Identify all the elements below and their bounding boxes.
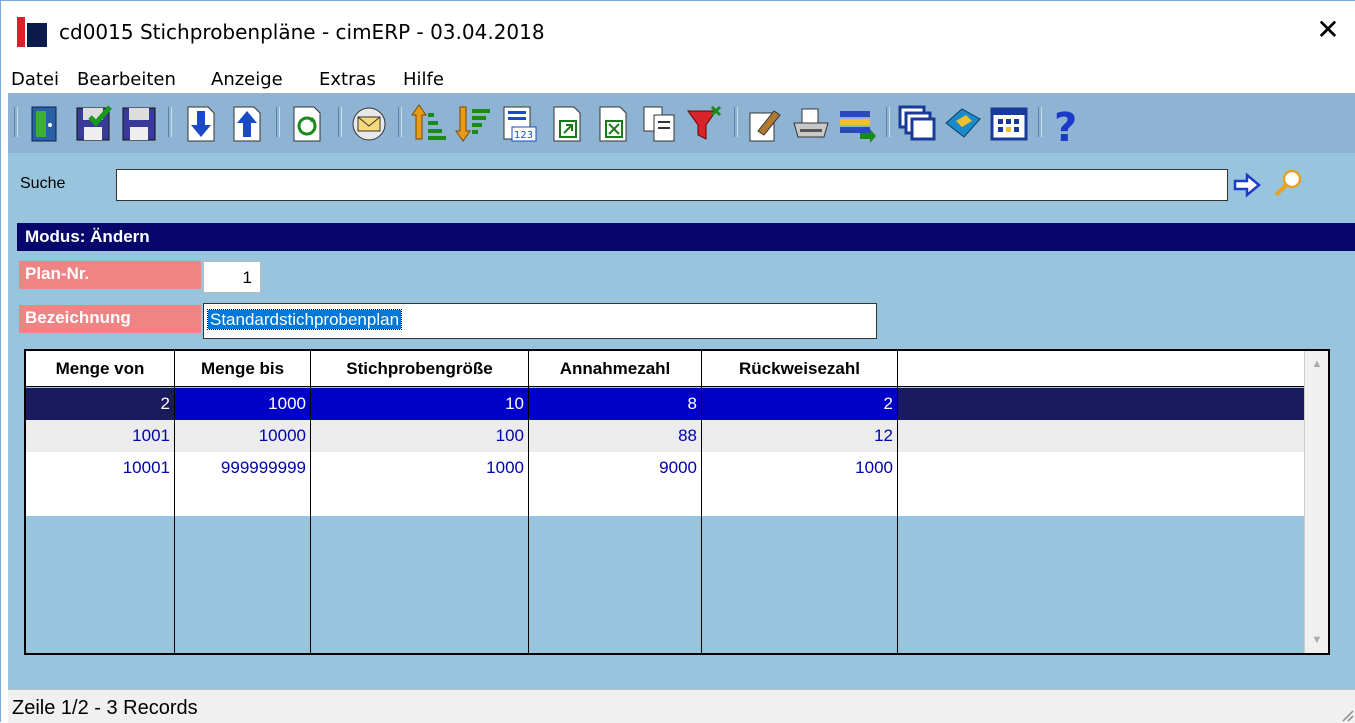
export-icon[interactable] <box>546 103 588 145</box>
search-input[interactable] <box>116 169 1228 201</box>
table-cell[interactable]: 88 <box>529 420 702 452</box>
status-bar: Zeile 1/2 - 3 Records <box>8 689 1355 723</box>
excel-export-icon[interactable] <box>592 103 634 145</box>
edit-icon[interactable] <box>744 103 786 145</box>
copy-icon[interactable] <box>638 103 680 145</box>
close-button[interactable]: ✕ <box>1313 15 1343 45</box>
arrow-right-icon[interactable] <box>1233 171 1261 199</box>
app-logo-icon <box>17 17 47 47</box>
table-cell[interactable]: 1000 <box>702 452 898 516</box>
menu-datei[interactable]: Datei <box>11 69 59 90</box>
list-transfer-icon[interactable] <box>836 103 878 145</box>
grid-icon[interactable] <box>988 103 1030 145</box>
table-cell[interactable]: 10001 <box>26 452 175 516</box>
mail-icon[interactable] <box>348 103 390 145</box>
save-check-icon[interactable] <box>72 103 114 145</box>
vertical-scrollbar[interactable]: ▲ ▼ <box>1304 351 1328 653</box>
sort-ascending-icon[interactable] <box>408 103 450 145</box>
print-icon[interactable] <box>790 103 832 145</box>
table-cell[interactable]: 12 <box>702 420 898 452</box>
content-area: Suche Modus: Ändern Plan-Nr. 1 Bezeichnu… <box>8 153 1355 689</box>
table-cell[interactable]: 10000 <box>175 420 311 452</box>
book-icon[interactable] <box>942 103 984 145</box>
table-cell[interactable]: 2 <box>702 388 898 420</box>
column-header-stichprobengroesse[interactable]: Stichprobengröße <box>311 351 529 387</box>
table-row[interactable]: 2 1000 10 8 2 <box>26 388 1306 420</box>
move-up-icon[interactable] <box>226 103 268 145</box>
table-cell[interactable]: 9000 <box>529 452 702 516</box>
save-icon[interactable] <box>118 103 160 145</box>
svg-text:?: ? <box>1054 105 1077 145</box>
search-label: Suche <box>20 175 66 192</box>
window-title: cd0015 Stichprobenpläne - cimERP - 03.04… <box>59 20 545 44</box>
column-header-menge-bis[interactable]: Menge bis <box>175 351 311 387</box>
data-grid[interactable]: Menge von Menge bis Stichprobengröße Ann… <box>24 349 1330 655</box>
windows-icon[interactable] <box>896 103 938 145</box>
menu-bar: Datei Bearbeiten Anzeige Extras Hilfe <box>1 65 1355 93</box>
status-text: Zeile 1/2 - 3 Records <box>12 697 198 719</box>
menu-extras[interactable]: Extras <box>319 69 376 90</box>
table-cell[interactable]: 1000 <box>175 388 311 420</box>
column-header-annahmezahl[interactable]: Annahmezahl <box>529 351 702 387</box>
menu-bearbeiten[interactable]: Bearbeiten <box>77 69 176 90</box>
column-header-menge-von[interactable]: Menge von <box>26 351 175 387</box>
table-cell[interactable]: 2 <box>26 388 175 420</box>
toolbar: 123 ? <box>8 93 1355 153</box>
calculator-icon[interactable]: 123 <box>498 103 540 145</box>
table-row[interactable]: 10001 999999999 1000 9000 1000 <box>26 452 1306 516</box>
move-down-icon[interactable] <box>180 103 222 145</box>
refresh-icon[interactable] <box>286 103 328 145</box>
table-cell[interactable]: 1001 <box>26 420 175 452</box>
sort-descending-icon[interactable] <box>452 103 494 145</box>
table-row[interactable]: 1001 10000 100 88 12 <box>26 420 1306 452</box>
resize-grip-icon[interactable] <box>1339 707 1355 723</box>
bezeichnung-label: Bezeichnung <box>19 305 201 333</box>
menu-anzeige[interactable]: Anzeige <box>211 69 283 90</box>
title-bar: cd0015 Stichprobenpläne - cimERP - 03.04… <box>1 1 1355 65</box>
plan-nr-field[interactable]: 1 <box>203 261 261 293</box>
table-cell[interactable]: 1000 <box>311 452 529 516</box>
column-header-empty <box>898 351 1304 387</box>
filter-icon[interactable] <box>684 103 726 145</box>
plan-nr-label: Plan-Nr. <box>19 261 201 289</box>
menu-hilfe[interactable]: Hilfe <box>403 69 444 90</box>
table-cell[interactable]: 10 <box>311 388 529 420</box>
table-cell[interactable]: 100 <box>311 420 529 452</box>
scroll-up-icon[interactable]: ▲ <box>1307 353 1327 375</box>
app-window: cd0015 Stichprobenpläne - cimERP - 03.04… <box>0 0 1355 723</box>
mode-indicator: Modus: Ändern <box>17 223 1355 251</box>
help-icon[interactable]: ? <box>1048 103 1090 145</box>
magnifier-icon[interactable] <box>1272 167 1304 199</box>
bezeichnung-field[interactable]: Standardstichprobenplan <box>203 303 877 339</box>
column-header-rueckweisezahl[interactable]: Rückweisezahl <box>702 351 898 387</box>
bezeichnung-value: Standardstichprobenplan <box>206 309 403 330</box>
svg-text:123: 123 <box>514 130 533 141</box>
table-cell[interactable]: 8 <box>529 388 702 420</box>
exit-door-icon[interactable] <box>24 103 66 145</box>
scroll-down-icon[interactable]: ▼ <box>1307 629 1327 651</box>
table-cell[interactable]: 999999999 <box>175 452 311 516</box>
